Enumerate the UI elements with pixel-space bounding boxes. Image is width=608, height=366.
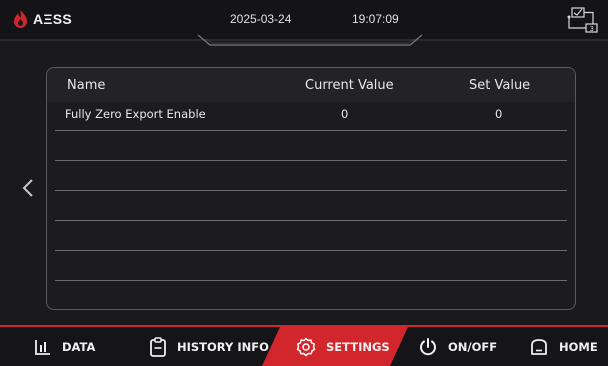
home-icon [531, 338, 547, 355]
nav-history-info-button[interactable]: HISTORY INFO [149, 327, 269, 366]
nav-settings-label: SETTINGS [326, 339, 390, 354]
nav-data-button[interactable]: DATA [34, 327, 95, 366]
nav-home-label: HOME [559, 339, 598, 354]
clipboard-icon [150, 336, 166, 357]
nav-history-info-label: HISTORY INFO [177, 339, 269, 354]
row-current-value-cell: 0 [341, 107, 349, 121]
row-divider [55, 130, 567, 131]
nav-data-label: DATA [62, 339, 96, 354]
row-divider [55, 190, 567, 191]
brand-name: AΞSS [33, 11, 72, 27]
nav-settings-button[interactable]: SETTINGS [296, 327, 390, 366]
row-divider [55, 220, 567, 221]
header-notch-decoration [197, 34, 423, 46]
brand-logo: AΞSS [12, 9, 72, 29]
bar-chart-icon [35, 339, 50, 355]
table-header: Name Current Value Set Value [47, 68, 575, 102]
chevron-left-icon [22, 179, 33, 197]
topology-icon[interactable]: 3 [565, 6, 599, 34]
row-divider [55, 280, 567, 281]
nav-home-button[interactable]: HOME [529, 327, 598, 366]
current-date: 2025-03-24 [230, 12, 292, 26]
column-header-set-value: Set Value [469, 78, 531, 93]
current-time: 19:07:09 [352, 12, 399, 26]
column-header-current-value: Current Value [305, 78, 394, 93]
power-icon [420, 337, 436, 355]
column-header-name: Name [67, 78, 106, 93]
row-divider [55, 250, 567, 251]
nav-on-off-button[interactable]: ON/OFF [418, 327, 497, 366]
svg-text:3: 3 [590, 25, 594, 33]
row-set-value-cell[interactable]: 0 [495, 107, 502, 121]
row-name-cell: Fully Zero Export Enable [65, 107, 206, 121]
row-divider [55, 160, 567, 161]
gear-icon [296, 337, 316, 356]
nav-on-off-label: ON/OFF [448, 339, 498, 354]
previous-page-button[interactable] [22, 178, 34, 203]
settings-table: Name Current Value Set Value Fully Zero … [46, 67, 576, 310]
flame-logo-icon [14, 10, 27, 29]
